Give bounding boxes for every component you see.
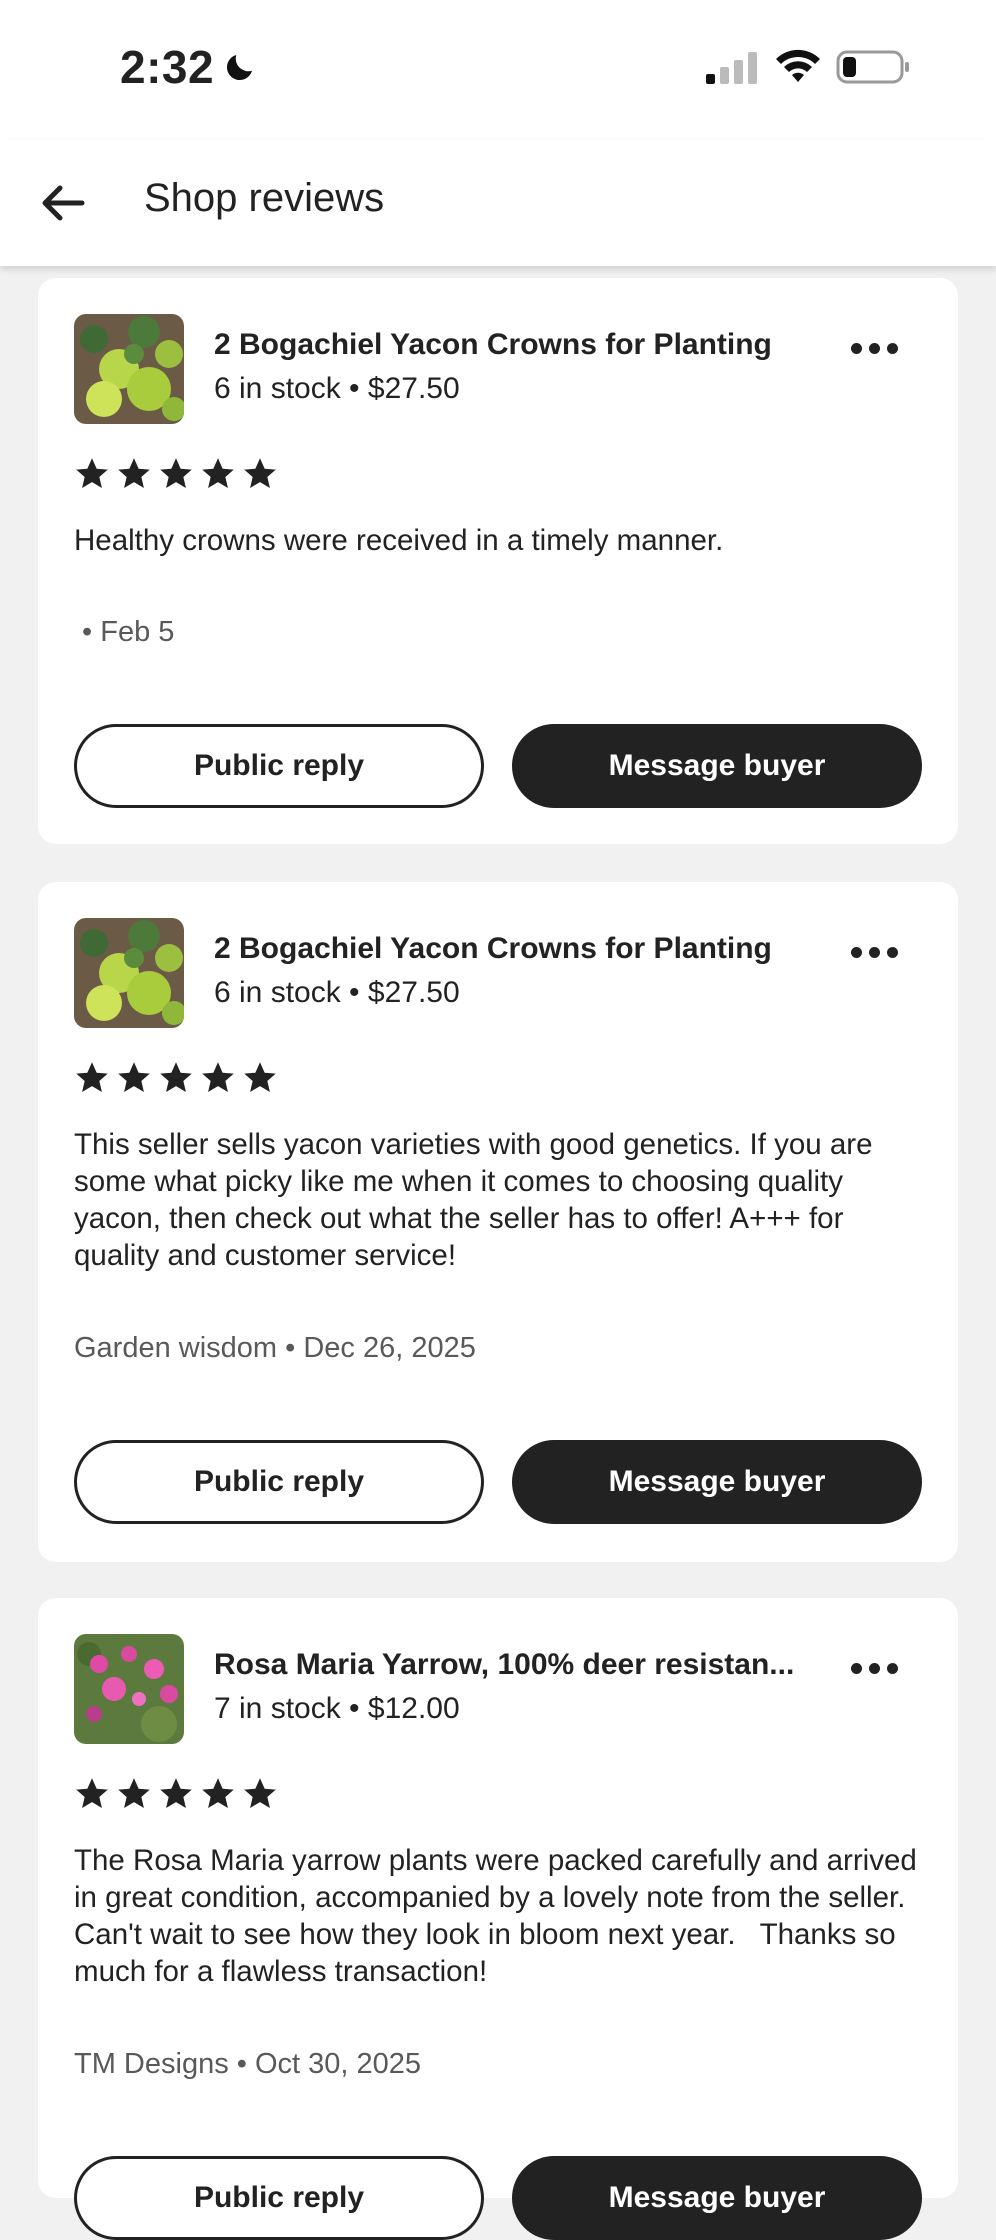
- product-stock-price: 7 in stock • $12.00: [214, 1692, 460, 1725]
- review-actions: Public reply Message buyer: [38, 1440, 958, 1524]
- product-stock-price: 6 in stock • $27.50: [214, 976, 460, 1009]
- product-thumbnail[interactable]: [74, 314, 184, 424]
- star-icon: [160, 1062, 192, 1092]
- review-card: 2 Bogachiel Yacon Crowns for Planting 6 …: [38, 882, 958, 1562]
- product-thumbnail[interactable]: [74, 918, 184, 1028]
- star-icon: [76, 458, 108, 488]
- review-text: The Rosa Maria yarrow plants were packed…: [74, 1844, 925, 1988]
- public-reply-button[interactable]: Public reply: [74, 2156, 484, 2240]
- star-rating: [74, 456, 278, 492]
- battery-icon: [836, 50, 909, 84]
- back-arrow-icon[interactable]: [38, 178, 88, 228]
- message-buyer-button[interactable]: Message buyer: [512, 724, 922, 808]
- more-dot: [868, 1662, 880, 1674]
- yacon-plant-image: [74, 918, 184, 1028]
- star-icon: [202, 458, 234, 488]
- status-bar: 2:32: [0, 0, 996, 140]
- review-actions: Public reply Message buyer: [38, 724, 958, 808]
- page-title: Shop reviews: [144, 176, 385, 220]
- more-dot: [850, 1662, 862, 1674]
- product-title[interactable]: 2 Bogachiel Yacon Crowns for Planting: [214, 328, 814, 362]
- product-thumbnail[interactable]: [74, 1634, 184, 1744]
- message-buyer-button[interactable]: Message buyer: [512, 2156, 922, 2240]
- more-dot: [850, 946, 862, 958]
- star-rating: [74, 1776, 278, 1812]
- star-icon: [244, 1062, 276, 1092]
- more-options-button[interactable]: [838, 932, 910, 972]
- star-icon: [202, 1778, 234, 1808]
- star-icon: [160, 458, 192, 488]
- review-card: Rosa Maria Yarrow, 100% deer resistan...…: [38, 1598, 958, 2240]
- more-dot: [868, 946, 880, 958]
- moon-icon: [227, 55, 253, 81]
- status-time: 2:32: [120, 40, 258, 94]
- product-stock-price: 6 in stock • $27.50: [214, 372, 460, 405]
- review-byline: • Feb 5: [74, 616, 175, 648]
- star-icon: [76, 1062, 108, 1092]
- more-dot: [850, 342, 862, 354]
- star-icon: [118, 1062, 150, 1092]
- product-title[interactable]: 2 Bogachiel Yacon Crowns for Planting: [214, 932, 814, 966]
- cellular-signal-icon: [706, 52, 757, 84]
- public-reply-button[interactable]: Public reply: [74, 1440, 484, 1524]
- product-title[interactable]: Rosa Maria Yarrow, 100% deer resistan...: [214, 1648, 814, 1682]
- public-reply-button[interactable]: Public reply: [74, 724, 484, 808]
- more-options-button[interactable]: [838, 328, 910, 368]
- more-dot: [886, 946, 898, 958]
- star-rating: [74, 1060, 278, 1096]
- wifi-icon: [776, 49, 820, 82]
- star-icon: [76, 1778, 108, 1808]
- star-icon: [160, 1778, 192, 1808]
- status-time-text: 2:32: [120, 41, 215, 93]
- yacon-plant-image: [74, 314, 184, 424]
- review-text: This seller sells yacon varieties with g…: [74, 1128, 873, 1272]
- star-icon: [202, 1062, 234, 1092]
- review-actions: Public reply Message buyer: [38, 2156, 958, 2240]
- message-buyer-button[interactable]: Message buyer: [512, 1440, 922, 1524]
- more-dot: [886, 1662, 898, 1674]
- more-options-button[interactable]: [838, 1648, 910, 1688]
- review-byline: Garden wisdom • Dec 26, 2025: [74, 1332, 476, 1364]
- app-bar: Shop reviews: [0, 140, 996, 266]
- yarrow-flower-image: [74, 1634, 184, 1744]
- review-text: Healthy crowns were received in a timely…: [74, 524, 724, 557]
- star-icon: [118, 458, 150, 488]
- more-dot: [886, 342, 898, 354]
- star-icon: [244, 458, 276, 488]
- star-icon: [118, 1778, 150, 1808]
- more-dot: [868, 342, 880, 354]
- review-card: 2 Bogachiel Yacon Crowns for Planting 6 …: [38, 278, 958, 844]
- review-byline: TM Designs • Oct 30, 2025: [74, 2048, 422, 2080]
- star-icon: [244, 1778, 276, 1808]
